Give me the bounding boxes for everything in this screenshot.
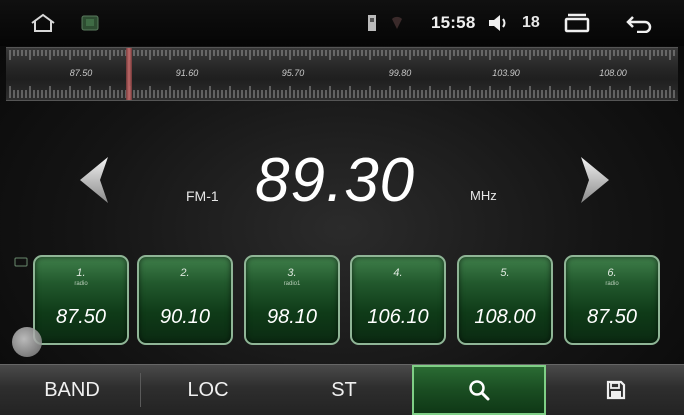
save-button[interactable]	[556, 365, 676, 415]
preset-frequency: 87.50	[55, 306, 107, 328]
volume-icon[interactable]	[487, 0, 509, 46]
save-icon	[606, 380, 626, 400]
ruler-label: 87.50	[69, 68, 93, 78]
clock: 15:58	[431, 13, 476, 32]
preset-indicator-icon	[14, 254, 28, 267]
loc-button[interactable]: LOC	[140, 365, 276, 415]
ruler-label: 108.00	[599, 68, 627, 78]
search-button[interactable]	[412, 365, 546, 415]
preset-button-3[interactable]: 3. radio1 98.10	[244, 255, 340, 345]
preset-number: 6.	[607, 267, 617, 279]
preset-frequency: 108.00	[474, 306, 536, 328]
home-icon[interactable]	[30, 0, 56, 46]
status-bar: 15:58 18	[0, 0, 684, 46]
volume-level: 18	[522, 14, 540, 31]
preset-number: 4.	[393, 267, 403, 279]
frequency-display: 89.30	[255, 146, 416, 215]
sd-card-icon	[365, 0, 381, 46]
preset-number: 1.	[76, 267, 86, 279]
seek-up-button[interactable]	[575, 155, 615, 205]
band-button[interactable]: BAND	[10, 365, 134, 415]
preset-name: radio1	[283, 281, 301, 287]
chevron-right-icon	[581, 157, 609, 203]
back-icon[interactable]	[625, 0, 653, 46]
preset-name: radio	[605, 281, 619, 287]
preset-name: radio	[74, 281, 88, 287]
radio-screen: 15:58 18 87.50 91.60 95.70 99.80 103.90 …	[0, 0, 684, 415]
st-button[interactable]: ST	[276, 365, 412, 415]
preset-number: 2.	[180, 267, 190, 279]
ruler-label: 91.60	[175, 68, 199, 78]
preset-button-2[interactable]: 2. 90.10	[137, 255, 233, 345]
ruler-ticks	[9, 50, 675, 98]
floating-assistive-button[interactable]	[12, 327, 42, 357]
preset-button-4[interactable]: 4. 106.10	[350, 255, 446, 345]
frequency-needle[interactable]	[126, 48, 132, 100]
search-icon	[469, 380, 490, 401]
preset-frequency: 90.10	[159, 306, 211, 328]
preset-button-5[interactable]: 5. 108.00	[457, 255, 553, 345]
seek-down-button[interactable]	[74, 155, 114, 205]
signal-icon	[390, 0, 406, 46]
thumbnail-icon	[80, 0, 104, 46]
chevron-left-icon	[80, 157, 108, 203]
ruler-label: 99.80	[388, 68, 412, 78]
preset-frequency: 106.10	[367, 306, 429, 328]
ruler-label: 95.70	[281, 68, 305, 78]
ruler-label: 103.90	[492, 68, 520, 78]
frequency-unit: MHz	[470, 188, 497, 203]
frequency-ruler[interactable]: 87.50 91.60 95.70 99.80 103.90 108.00	[6, 47, 678, 101]
preset-number: 3.	[287, 267, 297, 279]
bottom-toolbar: BAND LOC ST	[0, 364, 684, 415]
preset-button-1[interactable]: 1. radio 87.50	[33, 255, 129, 345]
preset-button-6[interactable]: 6. radio 87.50	[564, 255, 660, 345]
band-label: FM-1	[186, 188, 219, 204]
preset-number: 5.	[500, 267, 510, 279]
recent-apps-icon[interactable]	[563, 0, 591, 46]
preset-frequency: 87.50	[586, 306, 638, 328]
preset-frequency: 98.10	[266, 306, 318, 328]
